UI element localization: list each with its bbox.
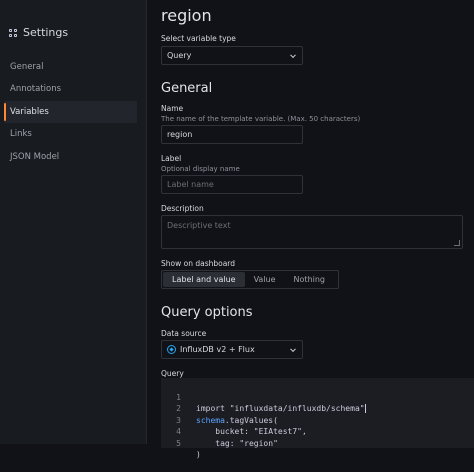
code-line: 3 bucket: "EIAtest7", xyxy=(161,403,474,437)
settings-grid-icon xyxy=(9,28,17,37)
radio-value[interactable]: Value xyxy=(245,272,285,287)
data-source-value: InfluxDB v2 + Flux xyxy=(180,345,255,354)
line-number: 5 xyxy=(176,438,181,448)
code-text: ) xyxy=(196,450,201,459)
description-placeholder: Descriptive text xyxy=(167,221,231,230)
name-input[interactable]: region xyxy=(161,125,303,144)
sidebar-item-general[interactable]: General xyxy=(4,56,137,78)
name-input-value: region xyxy=(167,130,193,139)
sidebar-title: Settings xyxy=(9,26,68,39)
resize-handle-icon[interactable] xyxy=(454,240,460,246)
sidebar-item-json-model[interactable]: JSON Model xyxy=(4,146,137,168)
query-label: Query xyxy=(161,369,184,378)
sidebar-item-annotations[interactable]: Annotations xyxy=(4,78,137,100)
show-on-dashboard-label: Show on dashboard xyxy=(161,259,236,268)
general-heading: General xyxy=(161,81,213,96)
influxdb-icon xyxy=(167,345,176,354)
data-source-select[interactable]: InfluxDB v2 + Flux xyxy=(161,340,303,359)
label-input-placeholder: Label name xyxy=(167,180,214,189)
code-line: 5 ) xyxy=(161,426,474,460)
sidebar-item-links[interactable]: Links xyxy=(4,123,137,145)
description-textarea[interactable]: Descriptive text xyxy=(161,215,463,249)
radio-label-and-value[interactable]: Label and value xyxy=(163,272,245,287)
query-code-editor[interactable]: 1 import "influxdata/influxdb/schema" 2 … xyxy=(161,378,474,460)
chevron-down-icon xyxy=(290,51,296,58)
code-text: tag: "region" xyxy=(196,438,278,448)
label-description: Optional display name xyxy=(161,165,240,173)
code-line: 2 schema.tagValues( xyxy=(161,392,474,425)
chevron-down-icon xyxy=(290,345,296,352)
sidebar-item-variables[interactable]: Variables xyxy=(4,101,137,123)
variable-editor: region Select variable type Query Genera… xyxy=(161,0,474,459)
variable-type-label: Select variable type xyxy=(161,34,236,43)
variable-type-value: Query xyxy=(167,51,192,60)
variable-type-select[interactable]: Query xyxy=(161,46,303,65)
code-line: 4 tag: "region" xyxy=(161,415,474,448)
description-label: Description xyxy=(161,204,204,213)
name-label: Name xyxy=(161,104,184,113)
name-description: The name of the template variable. (Max.… xyxy=(161,115,361,123)
settings-sidebar: Settings General Annotations Variables L… xyxy=(0,0,147,444)
label-label: Label xyxy=(161,154,182,163)
code-line: 1 import "influxdata/influxdb/schema" xyxy=(161,380,474,413)
radio-nothing[interactable]: Nothing xyxy=(285,272,334,287)
sidebar-title-text: Settings xyxy=(23,26,69,39)
query-options-heading: Query options xyxy=(161,305,253,320)
data-source-label: Data source xyxy=(161,329,207,338)
label-input[interactable]: Label name xyxy=(161,175,303,194)
page-title: region xyxy=(161,6,212,25)
show-on-dashboard-radio-group: Label and value Value Nothing xyxy=(161,270,339,289)
